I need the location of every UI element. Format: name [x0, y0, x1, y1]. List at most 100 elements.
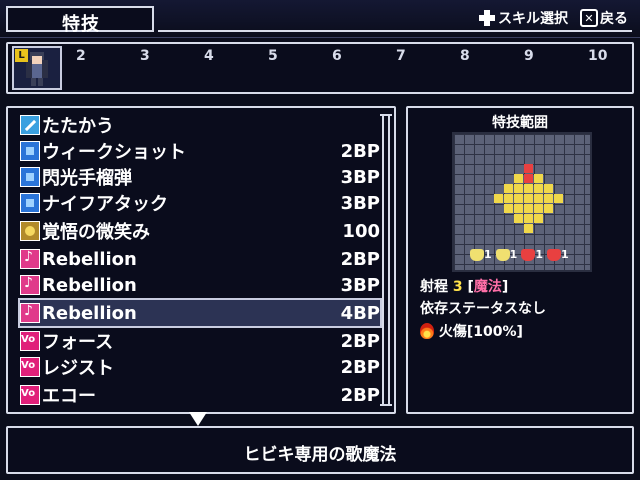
range-cell [504, 194, 513, 203]
skill-description: ヒビキ専用の歌魔法 [243, 445, 397, 465]
skill-row[interactable]: ナイフアタック 3BP [20, 190, 380, 216]
turn-slot: 5 [268, 48, 278, 64]
skill-name: Rebellion [42, 274, 137, 296]
skill-name: ナイフアタック [42, 194, 168, 215]
stat-up: 1 [470, 248, 492, 261]
range-cell [544, 184, 553, 193]
range-cell [524, 174, 533, 183]
turn-slot: 2 [76, 48, 86, 64]
turn-slot: 3 [140, 48, 150, 64]
skill-row[interactable]: ウィークショット 2BP [20, 138, 380, 164]
range-type: 魔法 [473, 279, 502, 295]
range-type-close: ] [501, 279, 509, 295]
stat-down-icon [521, 249, 536, 261]
screen-title: 特技 [62, 14, 100, 35]
range-cell [514, 174, 523, 183]
song-icon [20, 303, 40, 323]
skill-row[interactable]: Rebellion 2BP [20, 246, 380, 272]
gold-icon [20, 221, 40, 241]
list-scrollbar[interactable] [380, 114, 392, 406]
skill-name: 覚悟の微笑み [42, 222, 150, 243]
skill-cost: 3BP [340, 166, 380, 188]
range-cell [534, 174, 543, 183]
skill-name: たたかう [42, 116, 114, 137]
skill-cost: 2BP [340, 330, 380, 352]
description-panel: ヒビキ専用の歌魔法 [6, 426, 634, 474]
turn-slot: 4 [204, 48, 214, 64]
range-cell [494, 194, 503, 203]
skill-row[interactable]: フォース 2BP [20, 328, 380, 354]
skill-name: ウィークショット [42, 142, 186, 163]
skill-name: エコー [42, 386, 96, 407]
burn-icon [420, 323, 434, 339]
effect-info: 火傷[100%] [420, 321, 523, 341]
stat-up: 1 [495, 248, 518, 261]
turn-order-strip: L 2 3 4 5 6 7 8 9 10 [6, 42, 634, 94]
skill-row[interactable]: レジスト 2BP [20, 354, 380, 380]
song-icon [20, 249, 40, 269]
range-cell [534, 194, 543, 203]
hint-back[interactable]: ✕ 戻る [580, 8, 628, 28]
range-cell [514, 214, 523, 223]
dpad-icon [478, 9, 496, 27]
hint-skill-select: スキル選択 [478, 8, 568, 28]
stat-up-icon [470, 249, 484, 261]
range-cell [524, 204, 533, 213]
skill-cost: 3BP [340, 192, 380, 214]
stat-value: 1 [509, 248, 518, 261]
range-cell [504, 204, 513, 213]
dependency-info: 依存ステータスなし [420, 301, 546, 317]
scroll-down-arrow-icon[interactable] [189, 412, 207, 426]
range-title: 特技範囲 [492, 115, 548, 131]
skill-row-selected[interactable]: Rebellion 4BP [18, 298, 382, 328]
skill-cost: 4BP [340, 302, 380, 324]
leader-badge: L [15, 49, 28, 62]
skill-cost: 3BP [340, 274, 380, 296]
range-value: 3 [452, 279, 463, 295]
skill-icon [20, 193, 40, 213]
skill-cost: 100 [342, 220, 380, 242]
skill-row-attack[interactable]: たたかう [20, 112, 380, 138]
turn-slot: 8 [460, 48, 470, 64]
stat-value: 1 [535, 248, 543, 261]
skill-info-panel: 特技範囲 1 1 1 1 射程 3 [魔法] 依存ステータスなし 火傷[100%… [406, 106, 634, 414]
range-cell [554, 194, 563, 203]
scrollbar-cap [380, 404, 392, 406]
turn-slot: 7 [396, 48, 406, 64]
stat-change-strip: 1 1 1 1 [470, 248, 569, 261]
range-cell [524, 164, 533, 173]
current-actor-portrait: L [12, 46, 62, 90]
skill-row[interactable]: エコー 2BP [20, 382, 380, 408]
range-cell [524, 184, 533, 193]
hint-back-label: 戻る [600, 11, 628, 27]
range-cell [534, 184, 543, 193]
skill-row[interactable]: 覚悟の微笑み 100 [20, 218, 380, 244]
range-cell [514, 194, 523, 203]
title-bar: 特技 スキル選択 ✕ 戻る [0, 0, 640, 38]
skill-cost: 2BP [340, 248, 380, 270]
skill-row[interactable]: 閃光手榴弾 3BP [20, 164, 380, 190]
range-cell [534, 214, 543, 223]
range-cell [524, 194, 533, 203]
range-info: 射程 3 [魔法] [420, 276, 508, 296]
stat-down-icon [546, 249, 561, 261]
range-cell [514, 204, 523, 213]
range-cell [524, 214, 533, 223]
skill-cost: 2BP [340, 356, 380, 378]
skill-cost: 2BP [340, 384, 380, 406]
turn-slot: 9 [524, 48, 534, 64]
skill-name: Rebellion [42, 302, 137, 324]
range-cell [544, 194, 553, 203]
range-cell [534, 204, 543, 213]
scrollbar-cap [380, 114, 392, 116]
stat-value: 1 [484, 248, 492, 261]
range-cell [544, 204, 553, 213]
skill-row[interactable]: Rebellion 3BP [20, 272, 380, 298]
turn-slot: 10 [588, 48, 608, 64]
range-label: 射程 [420, 279, 448, 295]
range-cell [514, 184, 523, 193]
vocal-icon [20, 331, 40, 351]
skill-name: 閃光手榴弾 [42, 168, 132, 189]
skill-icon [20, 167, 40, 187]
title-box: 特技 [6, 6, 154, 35]
